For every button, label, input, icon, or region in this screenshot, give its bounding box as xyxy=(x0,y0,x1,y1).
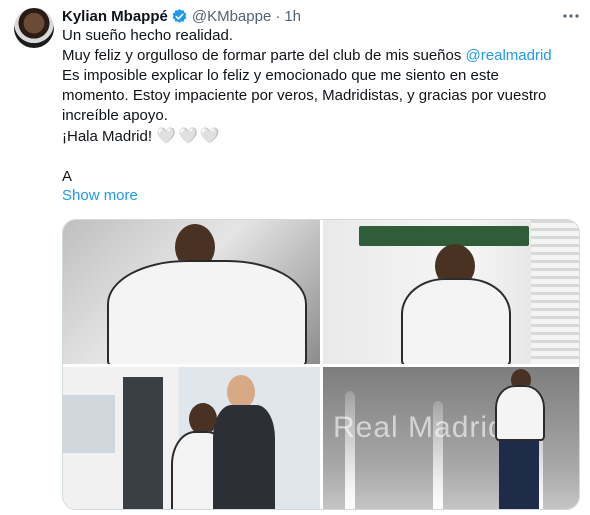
wall-sign xyxy=(359,226,529,246)
tweet-line: ¡Hala Madrid! 🤍🤍🤍 xyxy=(62,126,582,147)
tweet-header: Kylian Mbappé @KMbappe · 1h xyxy=(62,6,301,26)
tweet-time[interactable]: 1h xyxy=(284,8,301,25)
trousers xyxy=(499,441,539,509)
photo-2[interactable] xyxy=(323,220,579,364)
photo-4[interactable]: Real Madrid xyxy=(323,367,579,509)
show-more-link[interactable]: Show more xyxy=(62,187,138,204)
separator-dot: · xyxy=(275,7,281,25)
avatar[interactable] xyxy=(14,8,54,48)
media-grid: Real Madrid xyxy=(62,219,580,510)
tweet-line: momento. Estoy impaciente por veros, Mad… xyxy=(62,87,547,104)
man-sweater xyxy=(213,405,275,509)
white-heart-emojis: 🤍🤍🤍 xyxy=(156,126,222,145)
tweet-line-text: Muy feliz y orgulloso de formar parte de… xyxy=(62,47,466,64)
photo-3[interactable] xyxy=(63,367,320,509)
tweet-text: Un sueño hecho realidad. Muy feliz y org… xyxy=(62,26,582,187)
photo-1[interactable] xyxy=(63,220,320,364)
verified-badge-icon xyxy=(172,8,187,23)
tweet: Kylian Mbappé @KMbappe · 1h Un sueño hec… xyxy=(0,0,590,515)
tweet-line: Es imposible explicar lo feliz y emocion… xyxy=(62,67,499,84)
more-options-icon[interactable] xyxy=(561,6,581,26)
tweet-line: Un sueño hecho realidad. xyxy=(62,27,233,44)
doorway xyxy=(123,377,163,509)
tweet-line: increíble apoyo. xyxy=(62,107,168,124)
tweet-line-text: ¡Hala Madrid! xyxy=(62,128,153,145)
tweet-line: A xyxy=(62,168,73,185)
wall-poster xyxy=(63,395,115,453)
author-handle[interactable]: @KMbappe xyxy=(192,8,271,25)
real-madrid-wall-text: Real Madrid xyxy=(333,411,506,444)
wall-panel xyxy=(531,220,579,364)
author-name[interactable]: Kylian Mbappé xyxy=(62,8,168,25)
tweet-line: Muy feliz y orgulloso de formar parte de… xyxy=(62,46,582,66)
mention-link[interactable]: @realmadrid xyxy=(466,47,552,64)
